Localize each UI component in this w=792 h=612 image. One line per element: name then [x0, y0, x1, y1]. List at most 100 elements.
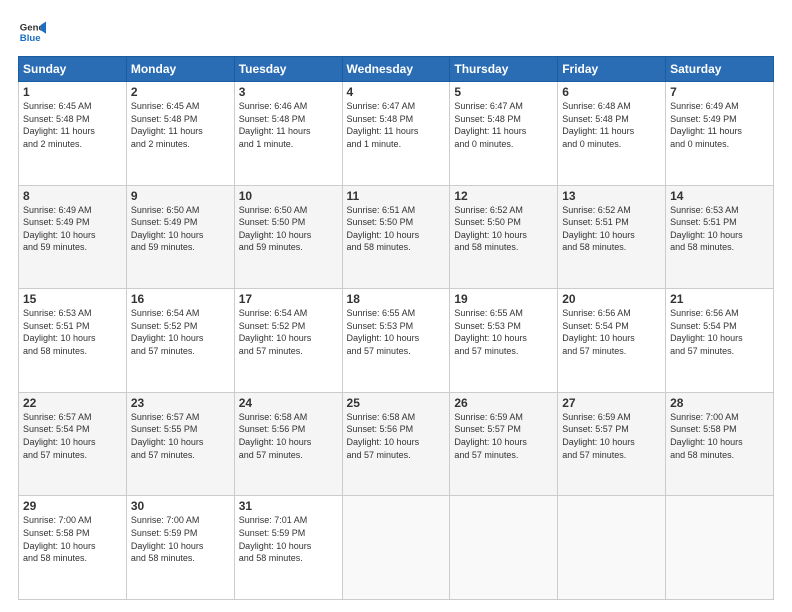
- day-info: Sunrise: 6:47 AM Sunset: 5:48 PM Dayligh…: [347, 100, 446, 150]
- header: General Blue: [18, 18, 774, 46]
- calendar-cell: 2Sunrise: 6:45 AM Sunset: 5:48 PM Daylig…: [126, 82, 234, 186]
- calendar-cell: 10Sunrise: 6:50 AM Sunset: 5:50 PM Dayli…: [234, 185, 342, 289]
- calendar-cell: 11Sunrise: 6:51 AM Sunset: 5:50 PM Dayli…: [342, 185, 450, 289]
- svg-text:Blue: Blue: [20, 33, 41, 44]
- day-number: 3: [239, 85, 338, 99]
- day-info: Sunrise: 6:53 AM Sunset: 5:51 PM Dayligh…: [23, 307, 122, 357]
- calendar-week-5: 29Sunrise: 7:00 AM Sunset: 5:58 PM Dayli…: [19, 496, 774, 600]
- dow-thursday: Thursday: [450, 57, 558, 82]
- day-number: 28: [670, 396, 769, 410]
- calendar-cell: 26Sunrise: 6:59 AM Sunset: 5:57 PM Dayli…: [450, 392, 558, 496]
- day-info: Sunrise: 6:52 AM Sunset: 5:51 PM Dayligh…: [562, 204, 661, 254]
- day-info: Sunrise: 6:53 AM Sunset: 5:51 PM Dayligh…: [670, 204, 769, 254]
- day-number: 15: [23, 292, 122, 306]
- day-number: 12: [454, 189, 553, 203]
- day-number: 13: [562, 189, 661, 203]
- day-info: Sunrise: 6:58 AM Sunset: 5:56 PM Dayligh…: [239, 411, 338, 461]
- calendar-cell: 22Sunrise: 6:57 AM Sunset: 5:54 PM Dayli…: [19, 392, 127, 496]
- day-number: 18: [347, 292, 446, 306]
- day-info: Sunrise: 7:01 AM Sunset: 5:59 PM Dayligh…: [239, 514, 338, 564]
- calendar-cell: [666, 496, 774, 600]
- calendar-cell: [450, 496, 558, 600]
- day-info: Sunrise: 6:58 AM Sunset: 5:56 PM Dayligh…: [347, 411, 446, 461]
- day-info: Sunrise: 7:00 AM Sunset: 5:58 PM Dayligh…: [23, 514, 122, 564]
- calendar-cell: 9Sunrise: 6:50 AM Sunset: 5:49 PM Daylig…: [126, 185, 234, 289]
- calendar-cell: 27Sunrise: 6:59 AM Sunset: 5:57 PM Dayli…: [558, 392, 666, 496]
- day-number: 7: [670, 85, 769, 99]
- calendar-cell: 6Sunrise: 6:48 AM Sunset: 5:48 PM Daylig…: [558, 82, 666, 186]
- day-number: 20: [562, 292, 661, 306]
- day-number: 4: [347, 85, 446, 99]
- calendar-cell: 3Sunrise: 6:46 AM Sunset: 5:48 PM Daylig…: [234, 82, 342, 186]
- calendar-cell: 15Sunrise: 6:53 AM Sunset: 5:51 PM Dayli…: [19, 289, 127, 393]
- day-info: Sunrise: 6:59 AM Sunset: 5:57 PM Dayligh…: [454, 411, 553, 461]
- calendar-week-4: 22Sunrise: 6:57 AM Sunset: 5:54 PM Dayli…: [19, 392, 774, 496]
- dow-saturday: Saturday: [666, 57, 774, 82]
- logo-icon: General Blue: [18, 18, 46, 46]
- day-number: 23: [131, 396, 230, 410]
- day-info: Sunrise: 6:55 AM Sunset: 5:53 PM Dayligh…: [347, 307, 446, 357]
- calendar-week-2: 8Sunrise: 6:49 AM Sunset: 5:49 PM Daylig…: [19, 185, 774, 289]
- day-number: 19: [454, 292, 553, 306]
- day-number: 10: [239, 189, 338, 203]
- calendar-cell: 4Sunrise: 6:47 AM Sunset: 5:48 PM Daylig…: [342, 82, 450, 186]
- day-info: Sunrise: 6:50 AM Sunset: 5:50 PM Dayligh…: [239, 204, 338, 254]
- page: General Blue SundayMondayTuesdayWednesda…: [0, 0, 792, 612]
- day-info: Sunrise: 6:45 AM Sunset: 5:48 PM Dayligh…: [131, 100, 230, 150]
- dow-tuesday: Tuesday: [234, 57, 342, 82]
- day-info: Sunrise: 6:54 AM Sunset: 5:52 PM Dayligh…: [131, 307, 230, 357]
- day-info: Sunrise: 6:59 AM Sunset: 5:57 PM Dayligh…: [562, 411, 661, 461]
- calendar-cell: 18Sunrise: 6:55 AM Sunset: 5:53 PM Dayli…: [342, 289, 450, 393]
- dow-wednesday: Wednesday: [342, 57, 450, 82]
- day-number: 26: [454, 396, 553, 410]
- day-number: 30: [131, 499, 230, 513]
- day-number: 2: [131, 85, 230, 99]
- calendar-cell: 13Sunrise: 6:52 AM Sunset: 5:51 PM Dayli…: [558, 185, 666, 289]
- day-info: Sunrise: 6:52 AM Sunset: 5:50 PM Dayligh…: [454, 204, 553, 254]
- day-number: 14: [670, 189, 769, 203]
- dow-monday: Monday: [126, 57, 234, 82]
- calendar-cell: 28Sunrise: 7:00 AM Sunset: 5:58 PM Dayli…: [666, 392, 774, 496]
- calendar-cell: 30Sunrise: 7:00 AM Sunset: 5:59 PM Dayli…: [126, 496, 234, 600]
- day-info: Sunrise: 6:46 AM Sunset: 5:48 PM Dayligh…: [239, 100, 338, 150]
- calendar-cell: 12Sunrise: 6:52 AM Sunset: 5:50 PM Dayli…: [450, 185, 558, 289]
- day-number: 27: [562, 396, 661, 410]
- calendar-cell: 25Sunrise: 6:58 AM Sunset: 5:56 PM Dayli…: [342, 392, 450, 496]
- calendar-cell: 14Sunrise: 6:53 AM Sunset: 5:51 PM Dayli…: [666, 185, 774, 289]
- calendar-cell: 1Sunrise: 6:45 AM Sunset: 5:48 PM Daylig…: [19, 82, 127, 186]
- day-info: Sunrise: 6:57 AM Sunset: 5:54 PM Dayligh…: [23, 411, 122, 461]
- calendar-cell: 7Sunrise: 6:49 AM Sunset: 5:49 PM Daylig…: [666, 82, 774, 186]
- day-info: Sunrise: 6:45 AM Sunset: 5:48 PM Dayligh…: [23, 100, 122, 150]
- day-info: Sunrise: 6:57 AM Sunset: 5:55 PM Dayligh…: [131, 411, 230, 461]
- day-number: 16: [131, 292, 230, 306]
- calendar-cell: 19Sunrise: 6:55 AM Sunset: 5:53 PM Dayli…: [450, 289, 558, 393]
- day-number: 9: [131, 189, 230, 203]
- calendar-cell: 31Sunrise: 7:01 AM Sunset: 5:59 PM Dayli…: [234, 496, 342, 600]
- day-number: 11: [347, 189, 446, 203]
- day-info: Sunrise: 7:00 AM Sunset: 5:58 PM Dayligh…: [670, 411, 769, 461]
- day-info: Sunrise: 7:00 AM Sunset: 5:59 PM Dayligh…: [131, 514, 230, 564]
- calendar-cell: [558, 496, 666, 600]
- day-number: 25: [347, 396, 446, 410]
- calendar-table: SundayMondayTuesdayWednesdayThursdayFrid…: [18, 56, 774, 600]
- calendar-cell: 20Sunrise: 6:56 AM Sunset: 5:54 PM Dayli…: [558, 289, 666, 393]
- day-number: 31: [239, 499, 338, 513]
- day-info: Sunrise: 6:56 AM Sunset: 5:54 PM Dayligh…: [670, 307, 769, 357]
- day-info: Sunrise: 6:54 AM Sunset: 5:52 PM Dayligh…: [239, 307, 338, 357]
- calendar-week-3: 15Sunrise: 6:53 AM Sunset: 5:51 PM Dayli…: [19, 289, 774, 393]
- calendar-cell: 21Sunrise: 6:56 AM Sunset: 5:54 PM Dayli…: [666, 289, 774, 393]
- day-info: Sunrise: 6:48 AM Sunset: 5:48 PM Dayligh…: [562, 100, 661, 150]
- day-number: 17: [239, 292, 338, 306]
- day-info: Sunrise: 6:55 AM Sunset: 5:53 PM Dayligh…: [454, 307, 553, 357]
- day-number: 8: [23, 189, 122, 203]
- calendar-cell: [342, 496, 450, 600]
- day-info: Sunrise: 6:56 AM Sunset: 5:54 PM Dayligh…: [562, 307, 661, 357]
- calendar-cell: 17Sunrise: 6:54 AM Sunset: 5:52 PM Dayli…: [234, 289, 342, 393]
- logo: General Blue: [18, 18, 46, 46]
- day-number: 29: [23, 499, 122, 513]
- day-info: Sunrise: 6:50 AM Sunset: 5:49 PM Dayligh…: [131, 204, 230, 254]
- calendar-cell: 5Sunrise: 6:47 AM Sunset: 5:48 PM Daylig…: [450, 82, 558, 186]
- day-number: 1: [23, 85, 122, 99]
- calendar-cell: 23Sunrise: 6:57 AM Sunset: 5:55 PM Dayli…: [126, 392, 234, 496]
- day-number: 5: [454, 85, 553, 99]
